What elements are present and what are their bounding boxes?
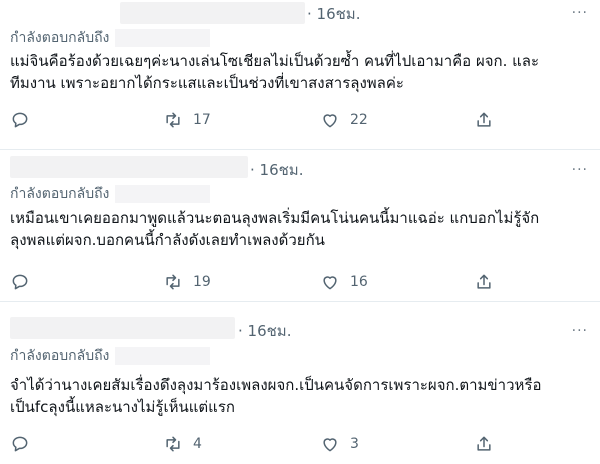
tweet-actions: 19 16 xyxy=(0,270,600,294)
reply-button[interactable] xyxy=(10,270,30,294)
tweet-actions: 17 22 xyxy=(0,108,600,132)
replying-to: กำลังตอบกลับถึง xyxy=(10,27,211,49)
tweet-text: แม่จินคือร้องด้วยเฉยๆค่ะนางเล่นโซเชียลไม… xyxy=(10,50,590,94)
redacted-username xyxy=(10,317,235,339)
share-button[interactable] xyxy=(474,270,494,294)
tweet-text-line: ทีมงาน เพราะอยากได้กระแสและเป็นช่วงที่เข… xyxy=(10,74,404,92)
retweet-icon xyxy=(166,112,180,128)
like-icon xyxy=(323,114,337,128)
tweet-timestamp[interactable]: · 16ชม. xyxy=(250,158,303,182)
redacted-handle xyxy=(115,185,211,203)
replying-to-label: กำลังตอบกลับถึง xyxy=(10,186,110,202)
retweet-count: 19 xyxy=(193,274,211,290)
tweet-timestamp[interactable]: · 16ชม. xyxy=(307,2,360,26)
replying-to: กำลังตอบกลับถึง xyxy=(10,345,211,367)
like-icon xyxy=(323,438,337,452)
share-icon xyxy=(477,274,491,289)
reply-button[interactable] xyxy=(10,108,30,132)
tweet[interactable]: · 16ชม. ··· กำลังตอบกลับถึง แม่จินคือร้อ… xyxy=(0,0,600,150)
tweet-text-line: แม่จินคือร้องด้วยเฉยๆค่ะนางเล่นโซเชียลไม… xyxy=(10,52,540,70)
retweet-icon xyxy=(166,436,180,452)
retweet-button[interactable]: 19 xyxy=(163,270,211,294)
tweet[interactable]: · 16ชม. ··· กำลังตอบกลับถึง จำได้ว่านางเ… xyxy=(0,302,600,464)
tweet-text-line: เป็นfcลุงนี้แหละนางไม่รู้เห็นแต่แรก xyxy=(10,398,235,416)
retweet-button[interactable]: 17 xyxy=(163,108,211,132)
like-button[interactable]: 3 xyxy=(320,432,359,456)
like-count: 16 xyxy=(350,274,368,290)
tweet-text-line: ลุงพลแต่ผจก.บอกคนนี้กำลังดังเลยทำเพลงด้ว… xyxy=(10,231,325,249)
more-options-icon[interactable]: ··· xyxy=(572,6,588,20)
share-button[interactable] xyxy=(474,108,494,132)
tweet[interactable]: · 16ชม. ··· กำลังตอบกลับถึง เหมือนเขาเคย… xyxy=(0,150,600,302)
share-icon xyxy=(477,112,491,127)
like-button[interactable]: 22 xyxy=(320,108,368,132)
share-icon xyxy=(477,436,491,451)
retweet-count: 17 xyxy=(193,112,211,128)
replying-to-label: กำลังตอบกลับถึง xyxy=(10,348,110,364)
tweet-text: จำได้ว่านางเคยสัมเรื่องดึงลุงมาร้องเพลงผ… xyxy=(10,374,590,418)
like-count: 3 xyxy=(350,436,359,452)
retweet-button[interactable]: 4 xyxy=(163,432,202,456)
replying-to-label: กำลังตอบกลับถึง xyxy=(10,30,110,46)
redacted-handle xyxy=(115,347,211,365)
reply-button[interactable] xyxy=(10,432,30,456)
tweet-text-line: จำได้ว่านางเคยสัมเรื่องดึงลุงมาร้องเพลงผ… xyxy=(10,376,542,394)
tweet-timestamp[interactable]: · 16ชม. xyxy=(238,319,291,343)
redacted-username xyxy=(10,156,248,178)
like-icon xyxy=(323,276,337,290)
share-button[interactable] xyxy=(474,432,494,456)
reply-icon xyxy=(12,436,28,452)
like-count: 22 xyxy=(350,112,368,128)
reply-icon xyxy=(12,112,28,128)
replying-to: กำลังตอบกลับถึง xyxy=(10,183,211,205)
like-button[interactable]: 16 xyxy=(320,270,368,294)
tweet-text: เหมือนเขาเคยออกมาพูดแล้วนะตอนลุงพลเริ่มม… xyxy=(10,207,590,251)
retweet-count: 4 xyxy=(193,436,202,452)
tweet-text-line: เหมือนเขาเคยออกมาพูดแล้วนะตอนลุงพลเริ่มม… xyxy=(10,209,540,227)
redacted-username xyxy=(120,2,305,24)
tweet-actions: 4 3 xyxy=(0,432,600,456)
more-options-icon[interactable]: ··· xyxy=(572,324,588,338)
retweet-icon xyxy=(166,274,180,290)
reply-icon xyxy=(12,274,28,290)
more-options-icon[interactable]: ··· xyxy=(572,163,588,177)
redacted-handle xyxy=(115,29,211,47)
